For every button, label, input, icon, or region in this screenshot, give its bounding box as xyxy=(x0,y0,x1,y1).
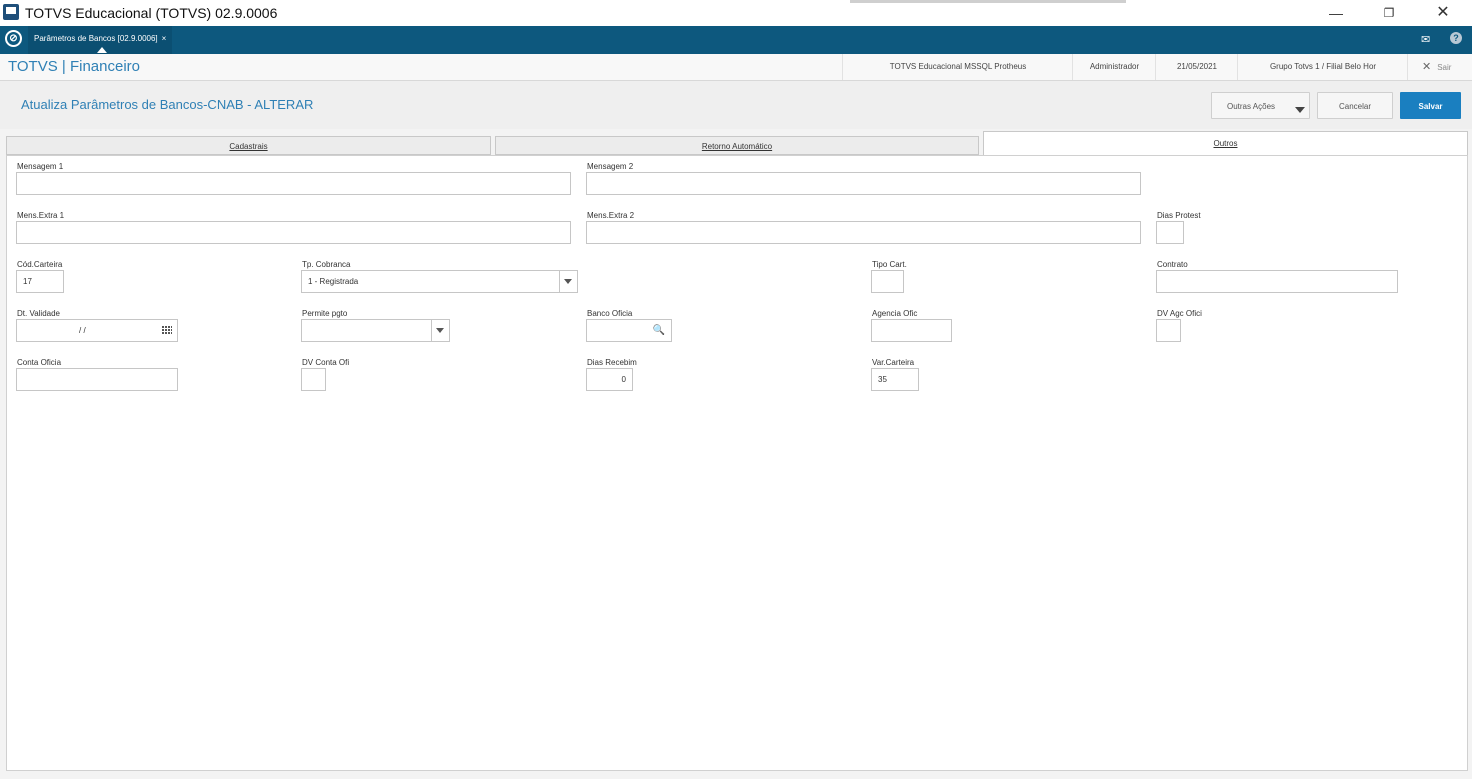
dias-protest-field[interactable] xyxy=(1156,221,1184,244)
help-icon[interactable]: ? xyxy=(1450,32,1462,44)
mens-extra2-label: Mens.Extra 2 xyxy=(587,211,635,220)
chevron-down-icon xyxy=(1295,107,1305,113)
calendar-icon[interactable] xyxy=(162,326,172,335)
page-header: Atualiza Parâmetros de Bancos-CNAB - ALT… xyxy=(0,81,1472,129)
permite-pgto-label: Permite pgto xyxy=(302,309,348,318)
var-carteira-field[interactable]: 35 xyxy=(871,368,919,391)
window-titlebar: TOTVS Educacional (TOTVS) 02.9.0006 — ❐ … xyxy=(0,0,1472,26)
totvs-logo-icon[interactable]: ⊘ xyxy=(5,30,22,47)
dt-validade-label: Dt. Validade xyxy=(17,309,60,318)
user-info: Administrador xyxy=(1072,54,1156,80)
minimize-icon[interactable]: — xyxy=(1322,3,1350,23)
exit-label: Sair xyxy=(1437,63,1452,72)
module-title: TOTVS | Financeiro xyxy=(8,58,140,75)
form-panel xyxy=(6,155,1468,771)
tipo-cart-field[interactable] xyxy=(871,270,904,293)
tp-cobranca-value: 1 - Registrada xyxy=(308,277,359,286)
more-actions-button[interactable]: Outras Ações xyxy=(1211,92,1310,119)
titlebar-overlay-strip xyxy=(850,0,1126,3)
tp-cobranca-label: Tp. Cobranca xyxy=(302,260,351,269)
window-title: TOTVS Educacional (TOTVS) 02.9.0006 xyxy=(25,5,278,21)
banco-oficia-field[interactable]: 🔍 xyxy=(586,319,672,342)
contrato-field[interactable] xyxy=(1156,270,1398,293)
date-info: 21/05/2021 xyxy=(1155,54,1238,80)
environment-info: TOTVS Educacional MSSQL Protheus xyxy=(842,54,1073,80)
app-tabbar: ⊘ Parâmetros de Bancos [02.9.0006] × ✉ ? xyxy=(0,26,1472,54)
agencia-ofic-field[interactable] xyxy=(871,319,952,342)
dt-validade-field[interactable]: / / xyxy=(16,319,178,342)
dv-conta-ofi-field[interactable] xyxy=(301,368,326,391)
permite-pgto-select[interactable] xyxy=(301,319,450,342)
close-window-icon[interactable]: ✕ xyxy=(1429,3,1457,23)
mensagem2-field[interactable] xyxy=(586,172,1141,195)
page-title: Atualiza Parâmetros de Bancos-CNAB - ALT… xyxy=(21,97,314,112)
dias-recebim-label: Dias Recebim xyxy=(587,358,637,367)
mail-icon[interactable]: ✉ xyxy=(1421,33,1430,46)
dias-protest-label: Dias Protest xyxy=(1157,211,1201,220)
branch-info: Grupo Totvs 1 / Filial Belo Hor xyxy=(1237,54,1408,80)
tab-label: Parâmetros de Bancos [02.9.0006] xyxy=(34,34,158,43)
mensagem1-field[interactable] xyxy=(16,172,571,195)
chevron-down-icon[interactable] xyxy=(559,271,577,292)
active-tab-indicator xyxy=(97,47,107,53)
exit-button[interactable]: ✕ Sair xyxy=(1407,54,1472,80)
mensagem2-label: Mensagem 2 xyxy=(587,162,634,171)
dt-validade-value: / / xyxy=(79,326,86,335)
tab-close-icon[interactable]: × xyxy=(162,34,167,43)
tab-retorno-automatico[interactable]: Retorno Automático xyxy=(495,136,979,155)
module-header: TOTVS | Financeiro TOTVS Educacional MSS… xyxy=(0,54,1472,81)
search-icon[interactable]: 🔍 xyxy=(653,320,665,341)
cancel-button[interactable]: Cancelar xyxy=(1317,92,1393,119)
banco-oficia-label: Banco Oficia xyxy=(587,309,633,318)
exit-icon: ✕ xyxy=(1422,61,1432,73)
mens-extra1-field[interactable] xyxy=(16,221,571,244)
contrato-label: Contrato xyxy=(1157,260,1188,269)
var-carteira-label: Var.Carteira xyxy=(872,358,915,367)
chevron-down-icon[interactable] xyxy=(431,320,449,341)
restore-icon[interactable]: ❐ xyxy=(1375,3,1403,23)
dv-agc-ofici-field[interactable] xyxy=(1156,319,1181,342)
mensagem1-label: Mensagem 1 xyxy=(17,162,64,171)
dv-conta-ofi-label: DV Conta Ofi xyxy=(302,358,350,367)
more-actions-label: Outras Ações xyxy=(1227,102,1276,111)
dv-agc-ofici-label: DV Agc Ofici xyxy=(1157,309,1202,318)
dias-recebim-field[interactable]: 0 xyxy=(586,368,633,391)
mens-extra1-label: Mens.Extra 1 xyxy=(17,211,65,220)
tab-cadastrais[interactable]: Cadastrais xyxy=(6,136,491,155)
save-button[interactable]: Salvar xyxy=(1400,92,1461,119)
mens-extra2-field[interactable] xyxy=(586,221,1141,244)
cod-carteira-field[interactable]: 17 xyxy=(16,270,64,293)
app-icon xyxy=(3,4,19,20)
agencia-ofic-label: Agencia Ofic xyxy=(872,309,918,318)
tab-outros[interactable]: Outros xyxy=(983,131,1468,156)
conta-oficia-label: Conta Oficia xyxy=(17,358,62,367)
tp-cobranca-select[interactable]: 1 - Registrada xyxy=(301,270,578,293)
tipo-cart-label: Tipo Cart. xyxy=(872,260,907,269)
cod-carteira-label: Cód.Carteira xyxy=(17,260,63,269)
conta-oficia-field[interactable] xyxy=(16,368,178,391)
